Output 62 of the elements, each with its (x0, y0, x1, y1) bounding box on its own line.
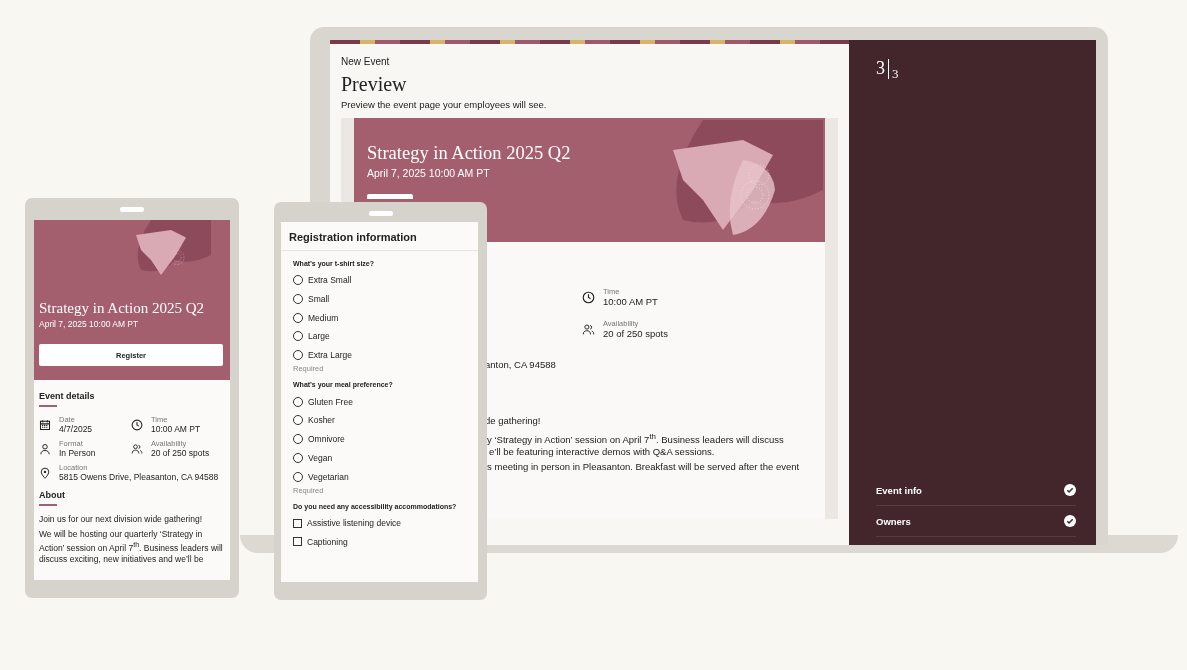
section-heading: Event details (39, 391, 96, 401)
radio-option[interactable]: Medium (293, 308, 468, 328)
about-text: ly ‘Strategy in Action’ session on April 7$^{th}$. Business leaders will discuss (485, 431, 785, 447)
checkbox[interactable] (293, 537, 302, 547)
person-icon (39, 442, 51, 455)
people-icon (582, 322, 595, 336)
about-text: is meeting in person in Pleasanton. Breakfast will be served after the event (485, 461, 801, 474)
event-date: April 7, 2025 10:00 AM PT (367, 167, 491, 179)
page-subtitle: Preview the event page your employees will see. (341, 99, 548, 110)
form-title: Registration information (281, 222, 478, 251)
detail-value: 4/7/2025 (59, 424, 93, 434)
people-icon (131, 442, 143, 455)
logo-divider (888, 59, 889, 79)
radio-button[interactable] (293, 471, 303, 482)
radio-option[interactable]: Small (293, 289, 468, 309)
logo-numeral: 3 (892, 66, 899, 82)
location-pin-icon (39, 466, 51, 479)
speaker-slot (368, 211, 393, 216)
detail-value: 5815 Owens Drive, Pleasanton, CA 94588 (59, 472, 219, 482)
detail-value: 10:00 AM PT (603, 296, 658, 307)
event-date: April 7, 2025 10:00 AM PT (39, 319, 140, 329)
event-title: Strategy in Action 2025 Q2 (39, 300, 205, 317)
radio-button[interactable] (293, 294, 303, 305)
about-text: e’ll be featuring interactive demos with Q&A sessions. (489, 446, 716, 459)
radio-button[interactable] (293, 452, 303, 463)
radio-button[interactable] (293, 312, 303, 323)
radio-option[interactable]: Vegetarian (293, 467, 468, 486)
detail-value: 20 of 250 spots (151, 448, 210, 458)
section-heading: About (39, 490, 66, 500)
calendar-icon (39, 418, 51, 431)
radio-option[interactable]: Extra Large (293, 345, 468, 365)
wizard-step[interactable]: Event info (876, 475, 1076, 506)
radio-button[interactable] (293, 434, 303, 445)
wizard-step[interactable]: Owners (876, 506, 1076, 537)
heading-underline (39, 405, 57, 407)
radio-option[interactable]: Large (293, 327, 468, 346)
radio-option[interactable]: Kosher (293, 411, 468, 430)
radio-button[interactable] (293, 415, 303, 426)
radio-option[interactable]: Gluten Free (293, 392, 468, 412)
checkbox[interactable] (293, 518, 302, 528)
radio-button[interactable] (293, 350, 303, 361)
radio-option[interactable]: Vegan (293, 448, 468, 468)
detail-value: 20 of 250 spots (603, 328, 668, 339)
about-text: We will be hosting our quarterly ‘Strategy in Action’ session on April 7$^{th}$. Business leaders will discuss exciting, new initiatives and we’ll be (39, 529, 224, 565)
radio-button[interactable] (293, 331, 303, 342)
logo-numeral: 3 (876, 58, 885, 79)
radio-button[interactable] (293, 396, 303, 407)
speaker-slot (120, 207, 144, 212)
event-title: Strategy in Action 2025 Q2 (367, 143, 571, 164)
about-text: Join us for our next division wide gathering! (39, 514, 203, 525)
heading-underline (39, 504, 57, 506)
checkbox-option[interactable]: Captioning (293, 532, 468, 552)
radio-option[interactable]: Omnivore (293, 429, 468, 449)
detail-value: In Person (59, 448, 96, 458)
page-title: Preview (341, 73, 408, 96)
clock-icon (131, 418, 143, 431)
clock-icon (582, 290, 595, 304)
breadcrumb: New Event (341, 56, 391, 67)
radio-button[interactable] (293, 275, 303, 286)
detail-value: 10:00 AM PT (151, 424, 201, 434)
checkbox-option[interactable]: Assistive listening device (293, 513, 468, 533)
radio-option[interactable]: Extra Small (293, 271, 468, 290)
